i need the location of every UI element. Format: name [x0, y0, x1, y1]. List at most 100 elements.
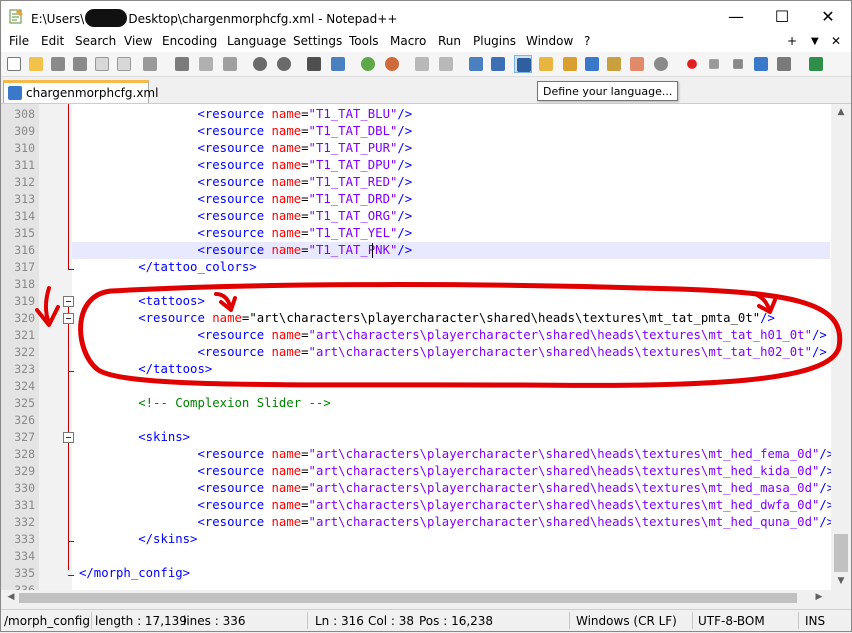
tab-list-dropdown-button[interactable]: ▼ [811, 36, 819, 47]
paste-icon[interactable] [221, 55, 239, 73]
code-line[interactable]: 333 </skins> [1, 531, 851, 548]
code-line[interactable]: 317 </tattoo_colors> [1, 259, 851, 276]
code-line[interactable]: 324 [1, 378, 851, 395]
code-line[interactable]: 311 <resource name="T1_TAT_DPU"/> [1, 157, 851, 174]
menu-help[interactable]: ? [584, 34, 590, 48]
code-line[interactable]: 325 <!-- Complexion Slider --> [1, 395, 851, 412]
code-line[interactable]: 334 [1, 548, 851, 565]
code-line[interactable]: 335 </morph_config> [1, 565, 851, 582]
toolbar [1, 52, 851, 77]
menu-window[interactable]: Window [526, 34, 573, 48]
menu-file[interactable]: File [9, 34, 29, 48]
show-all-characters-icon[interactable] [489, 55, 507, 73]
zoom-out-icon[interactable] [383, 55, 401, 73]
code-line[interactable]: 320 <resource name="art\characters\playe… [1, 310, 851, 327]
macro-stop-icon[interactable] [705, 55, 723, 73]
macro-run-multiple-icon[interactable] [752, 55, 770, 73]
sync-vertical-icon[interactable] [413, 55, 431, 73]
function-list-icon[interactable] [605, 55, 623, 73]
status-encoding[interactable]: UTF-8-BOM [698, 614, 765, 628]
plugin-download-icon[interactable] [807, 55, 825, 73]
code-line[interactable]: 321 <resource name="art\characters\playe… [1, 327, 851, 344]
menu-run[interactable]: Run [438, 34, 461, 48]
minimize-button[interactable]: — [713, 1, 759, 32]
code-line[interactable]: 309 <resource name="T1_TAT_DBL"/> [1, 123, 851, 140]
status-eol-format[interactable]: Windows (CR LF) [576, 614, 677, 628]
code-line[interactable]: 315 <resource name="T1_TAT_YEL"/> [1, 225, 851, 242]
xml-attribute-value: "art\characters\playercharacter\shared\h… [308, 515, 820, 529]
replace-icon[interactable] [329, 55, 347, 73]
monitoring-icon[interactable] [652, 55, 670, 73]
menu-language[interactable]: Language [227, 34, 286, 48]
find-icon[interactable] [305, 55, 323, 73]
code-line[interactable]: 326 [1, 412, 851, 429]
maximize-button[interactable]: ☐ [759, 1, 805, 32]
code-line[interactable]: 330 <resource name="art\characters\playe… [1, 480, 851, 497]
open-file-icon[interactable] [27, 55, 45, 73]
document-list-icon[interactable] [583, 55, 601, 73]
code-line[interactable]: 329 <resource name="art\characters\playe… [1, 463, 851, 480]
zoom-in-icon[interactable] [359, 55, 377, 73]
folder-as-workspace-icon[interactable] [628, 55, 646, 73]
code-line[interactable]: 310 <resource name="T1_TAT_PUR"/> [1, 140, 851, 157]
indent-guide-icon[interactable] [514, 55, 532, 73]
code-line[interactable]: 313 <resource name="T1_TAT_DRD"/> [1, 191, 851, 208]
save-icon[interactable] [49, 55, 67, 73]
scroll-up-arrow-icon[interactable]: ▲ [831, 104, 851, 121]
menu-search[interactable]: Search [75, 34, 116, 48]
code-line[interactable]: 319 <tattoos> [1, 293, 851, 310]
close-document-button[interactable]: ✕ [831, 34, 841, 48]
code-line[interactable]: 308 <resource name="T1_TAT_BLU"/> [1, 106, 851, 123]
tab-chargenmorphcfg[interactable]: chargenmorphcfg.xml [3, 80, 158, 103]
menu-edit[interactable]: Edit [41, 34, 64, 48]
xml-tag-open: <resource [197, 175, 265, 189]
xml-attribute: name [271, 158, 302, 172]
close-button[interactable]: ✕ [805, 1, 851, 32]
menu-tools[interactable]: Tools [349, 34, 379, 48]
close-file-icon[interactable] [93, 55, 111, 73]
code-line[interactable]: 318 [1, 276, 851, 293]
save-all-icon[interactable] [71, 55, 89, 73]
cut-icon[interactable] [173, 55, 191, 73]
vertical-scroll-thumb[interactable] [834, 534, 848, 572]
code-line[interactable]: 322 <resource name="art\characters\playe… [1, 344, 851, 361]
scroll-left-arrow-icon[interactable]: ◀ [1, 589, 21, 605]
horizontal-scroll-thumb[interactable] [19, 593, 797, 603]
status-insert-mode[interactable]: INS [805, 614, 825, 628]
xml-tag-open: <resource [197, 243, 265, 257]
close-all-icon[interactable] [115, 55, 133, 73]
code-line[interactable]: 327 <skins> [1, 429, 851, 446]
code-line[interactable]: 323 </tattoos> [1, 361, 851, 378]
scroll-down-arrow-icon[interactable]: ▼ [831, 573, 851, 590]
scroll-right-arrow-icon[interactable]: ▶ [809, 589, 829, 605]
copy-icon[interactable] [197, 55, 215, 73]
code-line[interactable]: 316 <resource name="T1_TAT_PNK"/> [1, 242, 851, 259]
print-icon[interactable] [141, 55, 159, 73]
define-language-icon[interactable] [537, 55, 555, 73]
editor-pane[interactable]: 308 <resource name="T1_TAT_BLU"/> 309 <re… [1, 103, 851, 605]
menu-encoding[interactable]: Encoding [162, 34, 217, 48]
new-tab-plus-button[interactable]: + [787, 34, 797, 48]
macro-record-icon[interactable] [683, 55, 701, 73]
sync-horizontal-icon[interactable] [437, 55, 455, 73]
code-line[interactable]: 312 <resource name="T1_TAT_RED"/> [1, 174, 851, 191]
undo-icon[interactable] [251, 55, 269, 73]
macro-play-icon[interactable] [729, 55, 747, 73]
code-line[interactable]: 328 <resource name="art\characters\playe… [1, 446, 851, 463]
menu-macro[interactable]: Macro [390, 34, 426, 48]
menu-settings[interactable]: Settings [293, 34, 342, 48]
code-line[interactable]: 332 <resource name="art\characters\playe… [1, 514, 851, 531]
redo-icon[interactable] [275, 55, 293, 73]
document-map-icon[interactable] [561, 55, 579, 73]
word-wrap-icon[interactable] [467, 55, 485, 73]
code-line[interactable]: 331 <resource name="art\characters\playe… [1, 497, 851, 514]
code-line[interactable]: 314 <resource name="T1_TAT_ORG"/> [1, 208, 851, 225]
xml-attribute-value: "T1_TAT_RED" [308, 175, 398, 189]
xml-equals: = [301, 141, 309, 155]
vertical-scrollbar[interactable]: ▲ ▼ [831, 104, 851, 590]
macro-save-icon[interactable] [775, 55, 793, 73]
new-file-icon[interactable] [5, 55, 23, 73]
menu-view[interactable]: View [124, 34, 152, 48]
horizontal-scrollbar[interactable]: ◀ ▶ [1, 590, 831, 605]
menu-plugins[interactable]: Plugins [473, 34, 516, 48]
